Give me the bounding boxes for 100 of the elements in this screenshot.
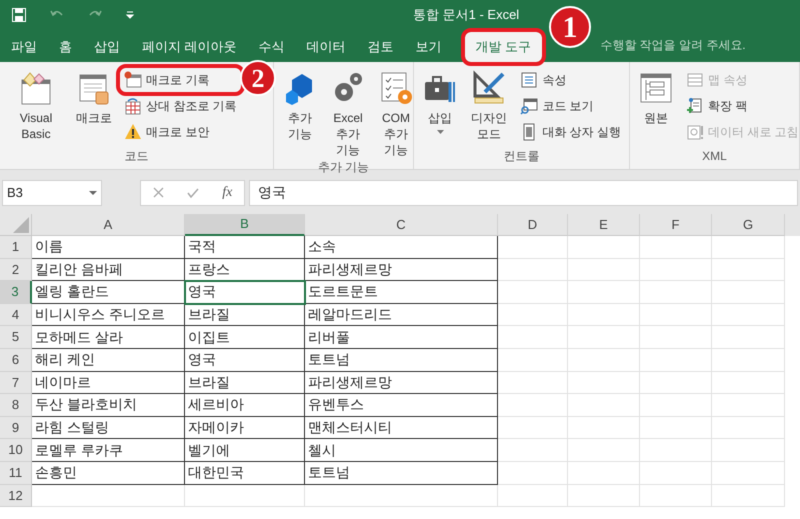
table-cell[interactable]: 영국 — [185, 348, 305, 372]
table-cell[interactable] — [712, 281, 785, 304]
ribbon-button[interactable]: 삽입 — [418, 66, 462, 134]
row-header[interactable]: 6 — [0, 348, 32, 372]
column-header[interactable]: D — [498, 214, 568, 236]
ribbon-button[interactable]: 매크로 — [72, 66, 116, 126]
table-cell[interactable] — [498, 236, 568, 259]
table-cell[interactable] — [568, 304, 640, 326]
table-cell[interactable] — [712, 372, 785, 394]
ribbon-tab[interactable]: 보기 — [404, 32, 453, 62]
table-cell[interactable]: 비니시우스 주니오르 — [32, 304, 185, 326]
table-cell[interactable]: 킬리안 음바페 — [32, 258, 185, 282]
row-header[interactable]: 8 — [0, 394, 32, 417]
table-cell[interactable] — [712, 394, 785, 417]
row-header[interactable]: 9 — [0, 416, 32, 440]
ribbon-button[interactable]: COM 추가 기능 — [374, 66, 418, 158]
table-cell[interactable] — [185, 484, 305, 508]
column-header[interactable]: G — [712, 214, 785, 236]
table-cell[interactable] — [498, 439, 568, 462]
table-cell[interactable] — [712, 416, 785, 440]
insert-function-button[interactable]: fx — [222, 182, 232, 203]
table-cell[interactable]: 엘링 홀란드 — [32, 281, 185, 304]
ribbon-button[interactable]: 원본 — [634, 66, 678, 126]
table-cell[interactable] — [32, 484, 185, 508]
ribbon-button[interactable]: 매크로 기록 — [120, 68, 241, 92]
table-cell[interactable] — [712, 304, 785, 326]
table-cell[interactable]: 로멜루 루카쿠 — [32, 439, 185, 462]
table-cell[interactable] — [712, 326, 785, 349]
table-cell[interactable]: 파리생제르망 — [305, 258, 498, 282]
ribbon-tab[interactable]: 수식 — [248, 32, 296, 62]
table-cell[interactable] — [498, 258, 568, 282]
table-cell[interactable] — [712, 236, 785, 259]
ribbon-tab[interactable]: 페이지 레이아웃 — [131, 32, 248, 62]
table-cell[interactable] — [498, 394, 568, 417]
table-cell[interactable]: 세르비아 — [185, 394, 305, 417]
ribbon-button[interactable]: 확장 팩 — [682, 94, 800, 118]
table-cell[interactable] — [568, 394, 640, 417]
column-header[interactable]: C — [305, 214, 498, 236]
table-cell[interactable]: 소속 — [305, 236, 498, 259]
ribbon-tab[interactable]: 파일 — [0, 32, 48, 62]
table-cell[interactable] — [640, 416, 712, 440]
table-cell[interactable]: 대한민국 — [185, 462, 305, 485]
ribbon-tab[interactable]: 데이터 — [296, 32, 357, 62]
ribbon-tab[interactable]: 검토 — [356, 32, 405, 62]
table-cell[interactable] — [568, 236, 640, 259]
table-cell[interactable] — [712, 439, 785, 462]
table-cell[interactable] — [712, 462, 785, 485]
table-cell[interactable]: 파리생제르망 — [305, 372, 498, 394]
table-cell[interactable] — [712, 258, 785, 282]
table-cell[interactable] — [305, 484, 498, 508]
table-cell[interactable] — [568, 462, 640, 485]
table-cell[interactable]: 이름 — [32, 236, 185, 259]
ribbon-button[interactable]: 코드 보기 — [516, 94, 625, 118]
column-header[interactable]: B — [185, 214, 305, 236]
table-cell[interactable] — [712, 348, 785, 372]
table-cell[interactable] — [640, 304, 712, 326]
ribbon-button[interactable]: 상대 참조로 기록 — [120, 94, 241, 118]
table-cell[interactable] — [498, 326, 568, 349]
table-cell[interactable] — [568, 372, 640, 394]
table-cell[interactable]: 첼시 — [305, 439, 498, 462]
table-cell[interactable] — [640, 281, 712, 304]
column-header[interactable]: F — [640, 214, 712, 236]
ribbon-tab[interactable]: 홈 — [48, 32, 83, 62]
table-cell[interactable]: 리버풀 — [305, 326, 498, 349]
table-cell[interactable] — [498, 484, 568, 508]
table-cell[interactable]: 모하메드 살라 — [32, 326, 185, 349]
row-header[interactable]: 7 — [0, 372, 32, 394]
formula-field[interactable]: 영국 — [249, 180, 798, 206]
table-cell[interactable]: 도르트문트 — [305, 281, 498, 304]
name-box[interactable]: B3 — [2, 180, 102, 206]
ribbon-button[interactable]: 대화 상자 실행 — [516, 120, 625, 144]
table-cell[interactable]: 유벤투스 — [305, 394, 498, 417]
table-cell[interactable] — [712, 484, 785, 508]
table-cell[interactable] — [640, 372, 712, 394]
table-cell[interactable]: 영국 — [185, 281, 305, 304]
ribbon-button[interactable]: Excel 추가 기능 — [326, 66, 370, 158]
table-cell[interactable] — [498, 372, 568, 394]
table-cell[interactable]: 레알마드리드 — [305, 304, 498, 326]
table-cell[interactable]: 프랑스 — [185, 258, 305, 282]
table-cell[interactable] — [568, 484, 640, 508]
ribbon-button[interactable]: Visual Basic — [4, 66, 68, 142]
table-cell[interactable] — [640, 236, 712, 259]
table-cell[interactable]: 라힘 스털링 — [32, 416, 185, 440]
table-cell[interactable]: 토트넘 — [305, 348, 498, 372]
table-cell[interactable] — [568, 326, 640, 349]
save-icon[interactable] — [12, 8, 26, 22]
table-cell[interactable] — [640, 439, 712, 462]
row-header[interactable]: 2 — [0, 258, 32, 282]
table-cell[interactable]: 이집트 — [185, 326, 305, 349]
table-cell[interactable] — [568, 258, 640, 282]
table-cell[interactable]: 국적 — [185, 236, 305, 259]
table-cell[interactable]: 맨체스터시티 — [305, 416, 498, 440]
table-cell[interactable]: 자메이카 — [185, 416, 305, 440]
table-cell[interactable] — [640, 348, 712, 372]
ribbon-button[interactable]: 속성 — [516, 68, 625, 92]
row-header[interactable]: 12 — [0, 484, 32, 508]
row-header[interactable]: 1 — [0, 236, 32, 259]
table-cell[interactable] — [640, 258, 712, 282]
table-cell[interactable]: 두산 블라호비치 — [32, 394, 185, 417]
table-cell[interactable] — [568, 348, 640, 372]
